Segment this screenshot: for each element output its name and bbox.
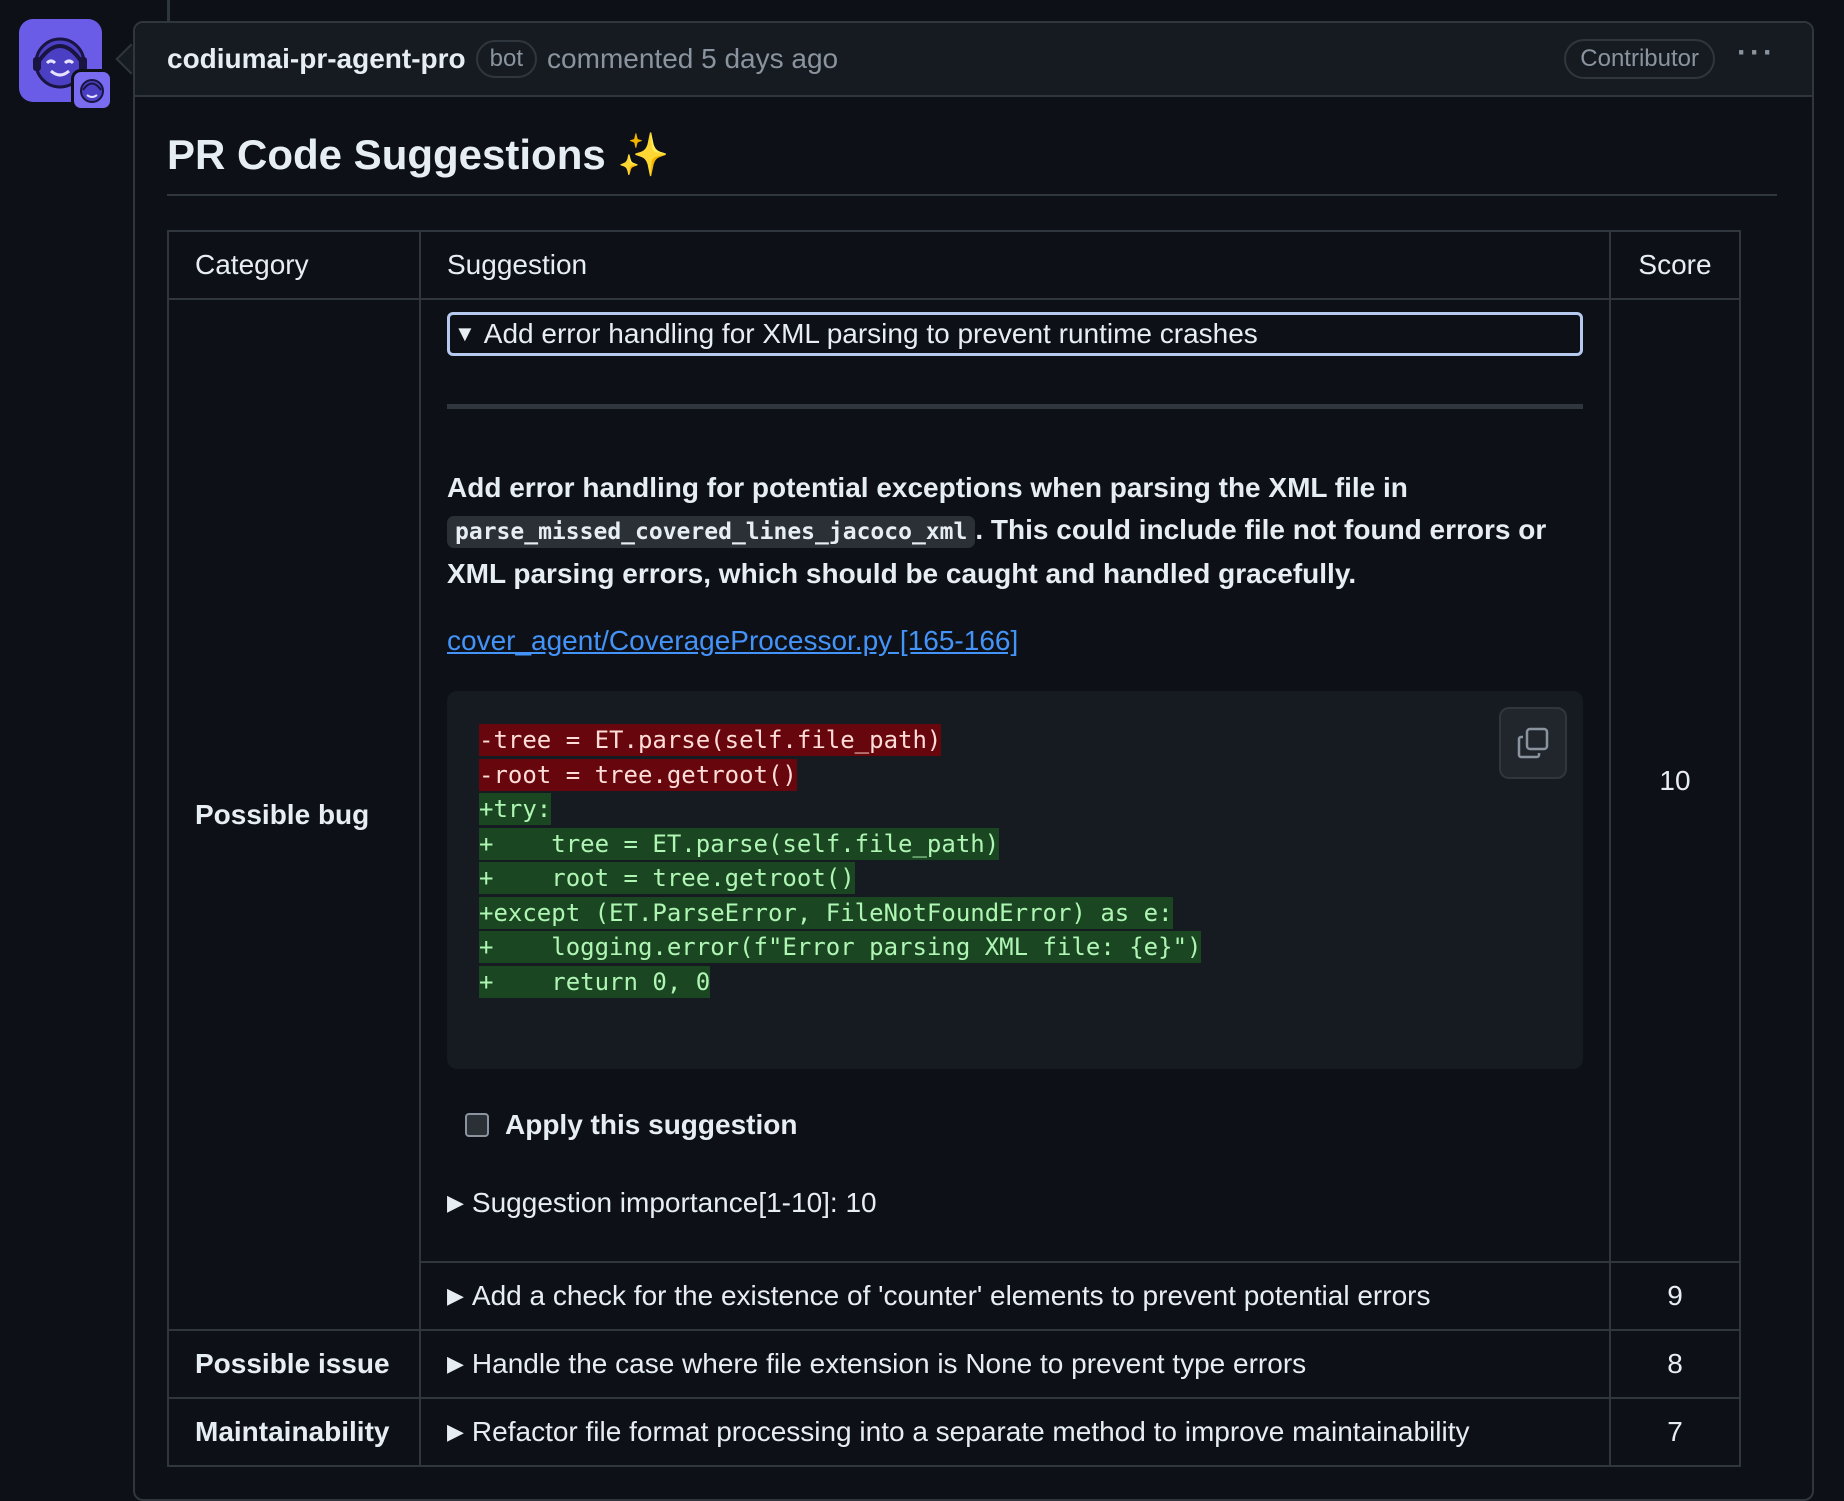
score-cell: 8: [1609, 1329, 1741, 1399]
contributor-badge: Contributor: [1564, 39, 1716, 79]
header-suggestion: Suggestion: [419, 230, 1611, 300]
apply-checkbox[interactable]: [465, 1113, 489, 1137]
comment-timestamp[interactable]: commented 5 days ago: [547, 43, 838, 75]
triangle-down-icon: ▼: [454, 321, 476, 346]
sparkles-icon: ✨: [617, 131, 670, 178]
file-link[interactable]: cover_agent/CoverageProcessor.py [165-16…: [447, 625, 1018, 657]
table-header-row: Category Suggestion Score: [167, 230, 1741, 300]
table-row: Maintainability ▶ Refactor file format pr…: [167, 1397, 1741, 1467]
diff-line: +try:: [479, 793, 552, 825]
category-cell: Possible issue: [167, 1329, 421, 1399]
bot-badge-icon: [71, 69, 113, 111]
suggestion-description: Add error handling for potential excepti…: [447, 472, 1547, 589]
triangle-right-icon: ▶: [447, 1351, 464, 1376]
triangle-right-icon: ▶: [447, 1190, 464, 1215]
table-row: Possible bug ▼ Add error handling for XM…: [167, 298, 1741, 1331]
comment-header: codiumai-pr-agent-pro bot commented 5 da…: [135, 23, 1812, 97]
comment-box: codiumai-pr-agent-pro bot commented 5 da…: [133, 21, 1814, 1501]
diff-line: + root = tree.getroot(): [479, 862, 855, 894]
diff-line: + tree = ET.parse(self.file_path): [479, 827, 1000, 860]
suggestion-cell[interactable]: ▶ Handle the case where file extension is…: [419, 1329, 1611, 1399]
diff-line: + logging.error(f"Error parsing XML file…: [479, 931, 1202, 963]
triangle-right-icon: ▶: [447, 1283, 464, 1308]
score-cell: 7: [1609, 1397, 1741, 1467]
bot-label: bot: [475, 40, 538, 78]
header-score: Score: [1609, 230, 1741, 300]
triangle-right-icon: ▶: [447, 1419, 464, 1444]
diff-line: +except (ET.ParseError, FileNotFoundErro…: [479, 896, 1173, 929]
suggestion-cell-expanded: ▼ Add error handling for XML parsing to …: [419, 298, 1611, 1263]
diff-line: + return 0, 0: [479, 965, 711, 998]
category-cell: Possible bug: [167, 298, 421, 1331]
timeline-line: [167, 0, 170, 22]
suggestion-cell[interactable]: ▶ Refactor file format processing into a …: [419, 1397, 1611, 1467]
table-row: Possible issue ▶ Handle the case where fi…: [167, 1329, 1741, 1399]
copy-icon[interactable]: [1499, 707, 1567, 779]
diff-code-block: -tree = ET.parse(self.file_path) -root =…: [447, 691, 1583, 1069]
header-category: Category: [167, 230, 421, 300]
diff-line: -root = tree.getroot(): [479, 758, 797, 791]
suggestions-table: Category Suggestion Score Possible bug ▼…: [167, 230, 1741, 1467]
apply-suggestion[interactable]: Apply this suggestion: [465, 1109, 1583, 1141]
suggestion-summary-toggle[interactable]: ▼ Add error handling for XML parsing to …: [447, 312, 1583, 356]
score-cell: 9: [1609, 1261, 1741, 1331]
inline-code: parse_missed_covered_lines_jacoco_xml: [447, 516, 976, 548]
kebab-horizontal-icon[interactable]: ···: [1737, 38, 1776, 68]
category-cell: Maintainability: [167, 1397, 421, 1467]
divider: [447, 404, 1583, 409]
score-cell: 10: [1609, 298, 1741, 1263]
author-name[interactable]: codiumai-pr-agent-pro: [167, 43, 466, 75]
page-title: PR Code Suggestions ✨: [167, 131, 1777, 196]
author-avatar[interactable]: [19, 19, 113, 111]
importance-toggle[interactable]: ▶ Suggestion importance[1-10]: 10: [447, 1187, 1583, 1219]
diff-line: -tree = ET.parse(self.file_path): [479, 724, 942, 756]
suggestion-cell[interactable]: ▶ Add a check for the existence of 'count…: [419, 1261, 1611, 1331]
